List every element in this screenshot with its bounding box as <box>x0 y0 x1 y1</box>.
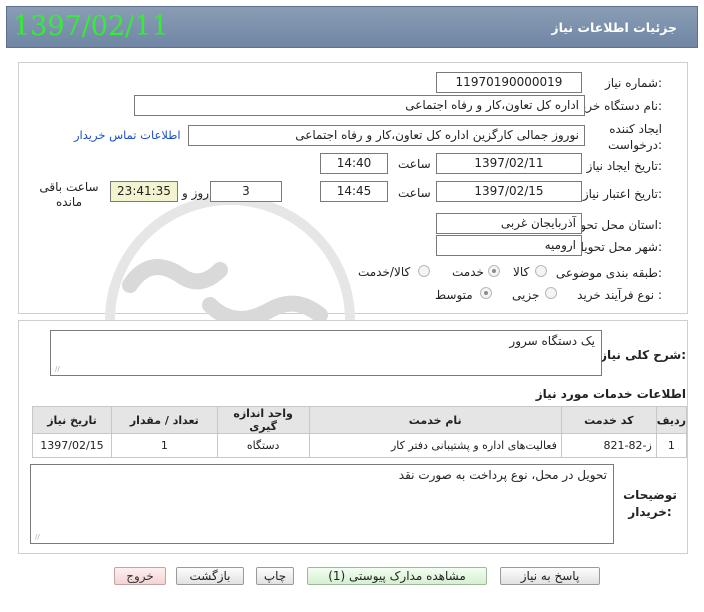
created-hour-label: ساعت <box>398 157 431 171</box>
remaining-label: ساعت باقی مانده <box>32 180 106 210</box>
valid-hour-label: ساعت <box>398 186 431 200</box>
cell-unit: دستگاه <box>216 433 310 458</box>
back-button[interactable]: بازگشت <box>176 567 244 585</box>
valid-time-field: 14:45 <box>320 181 388 202</box>
process-radio-minor[interactable] <box>545 287 557 299</box>
requester-label: ایجاد کننده درخواست: <box>608 121 662 153</box>
notes-text: تحویل در محل، نوع پرداخت به صورت نقد <box>398 468 607 482</box>
remaining-label-line1: ساعت باقی <box>39 180 99 194</box>
created-date-label: تاریخ ایجاد نیاز: <box>586 159 662 173</box>
resize-grip-icon: // <box>55 365 60 373</box>
col-date: تاریخ نیاز <box>32 406 112 434</box>
cell-service-name: فعالیت‌های اداره و پشتیبانی دفتر کار <box>308 433 562 458</box>
process-label: نوع فرآیند خرید : <box>577 288 662 302</box>
col-unit: واحد اندازه گیری <box>216 406 310 434</box>
category-option-goods: کالا <box>513 265 530 279</box>
services-table-header: تاریخ نیاز تعداد / مقدار واحد اندازه گیر… <box>32 406 688 434</box>
need-number-label: شماره نیاز: <box>604 76 662 90</box>
summary-text: یک دستگاه سرور <box>509 334 595 348</box>
cell-service-code: ز-82-821 <box>560 433 657 458</box>
exit-button[interactable]: خروج <box>114 567 166 585</box>
buyer-contact-link[interactable]: اطلاعات تماس خریدار <box>74 128 181 142</box>
col-service-code: کد خدمت <box>560 406 657 434</box>
province-field: آذربایجان غربی <box>436 213 582 234</box>
remaining-time-field: 23:41:35 <box>110 181 178 202</box>
process-option-minor: جزیی <box>512 288 540 302</box>
category-radio-goods[interactable] <box>535 265 547 277</box>
category-option-service: خدمت <box>452 265 484 279</box>
remaining-label-line2: مانده <box>55 195 82 209</box>
process-radio-medium[interactable] <box>480 287 492 299</box>
valid-date-label: تاریخ اعتبار نیاز: <box>582 187 662 201</box>
valid-date-field: 1397/02/15 <box>436 181 582 202</box>
header-date: 1397/02/11 <box>13 11 169 42</box>
buyer-org-field: اداره کل تعاون،کار و رفاه اجتماعی <box>134 95 585 116</box>
city-label: شهر محل تحویل: <box>575 240 662 254</box>
summary-textarea: یک دستگاه سرور // <box>50 330 602 376</box>
services-section-title: اطلاعات خدمات مورد نیاز <box>535 387 686 401</box>
remaining-days-field: 3 <box>210 181 282 202</box>
requester-label-line2: درخواست: <box>608 138 662 152</box>
title-bar: 1397/02/11 جزئیات اطلاعات نیاز <box>6 6 698 48</box>
days-label: روز و <box>182 186 209 200</box>
category-radio-service[interactable] <box>488 265 500 277</box>
reply-button[interactable]: پاسخ به نیاز <box>500 567 600 585</box>
cell-quantity: 1 <box>110 433 218 458</box>
cell-row: 1 <box>655 433 688 458</box>
notes-label-line1: توضیحات <box>623 488 677 502</box>
col-quantity: تعداد / مقدار <box>110 406 218 434</box>
services-table: تاریخ نیاز تعداد / مقدار واحد اندازه گیر… <box>32 406 688 458</box>
col-service-name: نام خدمت <box>308 406 562 434</box>
resize-grip-icon: // <box>35 533 40 541</box>
notes-label-line2: خریدار: <box>628 505 672 519</box>
summary-label: شرح کلی نیاز: <box>600 348 686 362</box>
need-number-field: 11970190000019 <box>436 72 582 93</box>
category-radio-goods-service[interactable] <box>418 265 430 277</box>
notes-label: توضیحات خریدار: <box>620 487 680 521</box>
notes-textarea: تحویل در محل، نوع پرداخت به صورت نقد // <box>30 464 614 544</box>
requester-field: نوروز جمالی کارگزین اداره کل تعاون،کار و… <box>188 125 585 146</box>
requester-label-line1: ایجاد کننده <box>609 122 662 136</box>
page-title: جزئیات اطلاعات نیاز <box>551 20 677 35</box>
category-label: طبقه بندی موضوعی: <box>555 266 662 280</box>
col-row: ردیف <box>655 406 688 434</box>
view-attachments-button[interactable]: مشاهده مدارک پیوستی (1) <box>307 567 487 585</box>
category-option-goods-service: کالا/خدمت <box>358 265 411 279</box>
table-row: 1397/02/15 1 دستگاه فعالیت‌های اداره و پ… <box>32 433 688 458</box>
city-field: ارومیه <box>436 235 582 256</box>
process-option-medium: متوسط <box>435 288 473 302</box>
created-date-field: 1397/02/11 <box>436 153 582 174</box>
cell-date: 1397/02/15 <box>32 433 112 458</box>
print-button[interactable]: چاپ <box>256 567 294 585</box>
created-time-field: 14:40 <box>320 153 388 174</box>
